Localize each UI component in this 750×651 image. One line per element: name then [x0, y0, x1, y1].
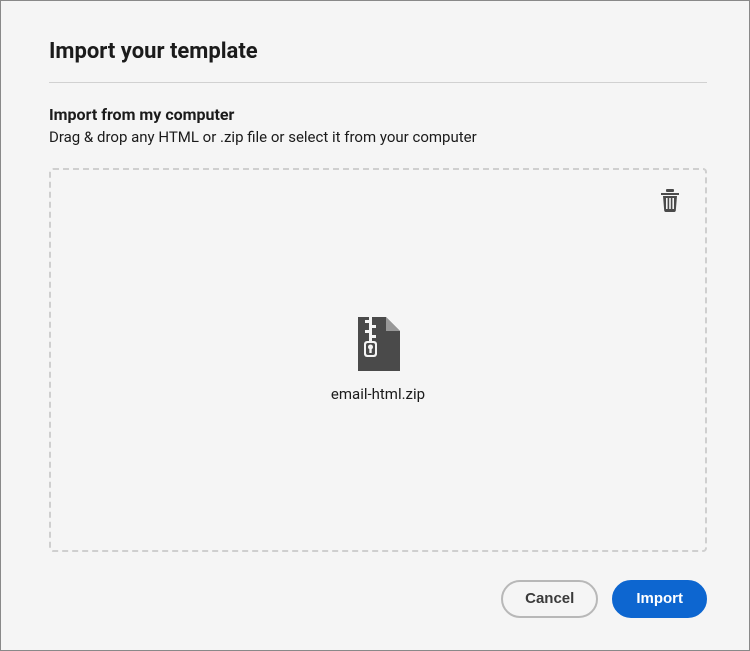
file-dropzone[interactable]: email-html.zip: [49, 168, 707, 552]
import-template-dialog: Import your template Import from my comp…: [0, 0, 750, 651]
dialog-footer: Cancel Import: [49, 580, 707, 618]
dialog-title: Import your template: [49, 39, 707, 64]
delete-file-button[interactable]: [659, 188, 683, 212]
file-name-label: email-html.zip: [331, 385, 425, 403]
section-subtitle: Drag & drop any HTML or .zip file or sel…: [49, 128, 707, 146]
section-title: Import from my computer: [49, 105, 707, 124]
import-button[interactable]: Import: [612, 580, 707, 618]
zip-file-icon: [356, 317, 400, 371]
divider: [49, 82, 707, 83]
cancel-button[interactable]: Cancel: [501, 580, 598, 618]
uploaded-file: email-html.zip: [331, 317, 425, 403]
trash-icon: [659, 188, 683, 212]
